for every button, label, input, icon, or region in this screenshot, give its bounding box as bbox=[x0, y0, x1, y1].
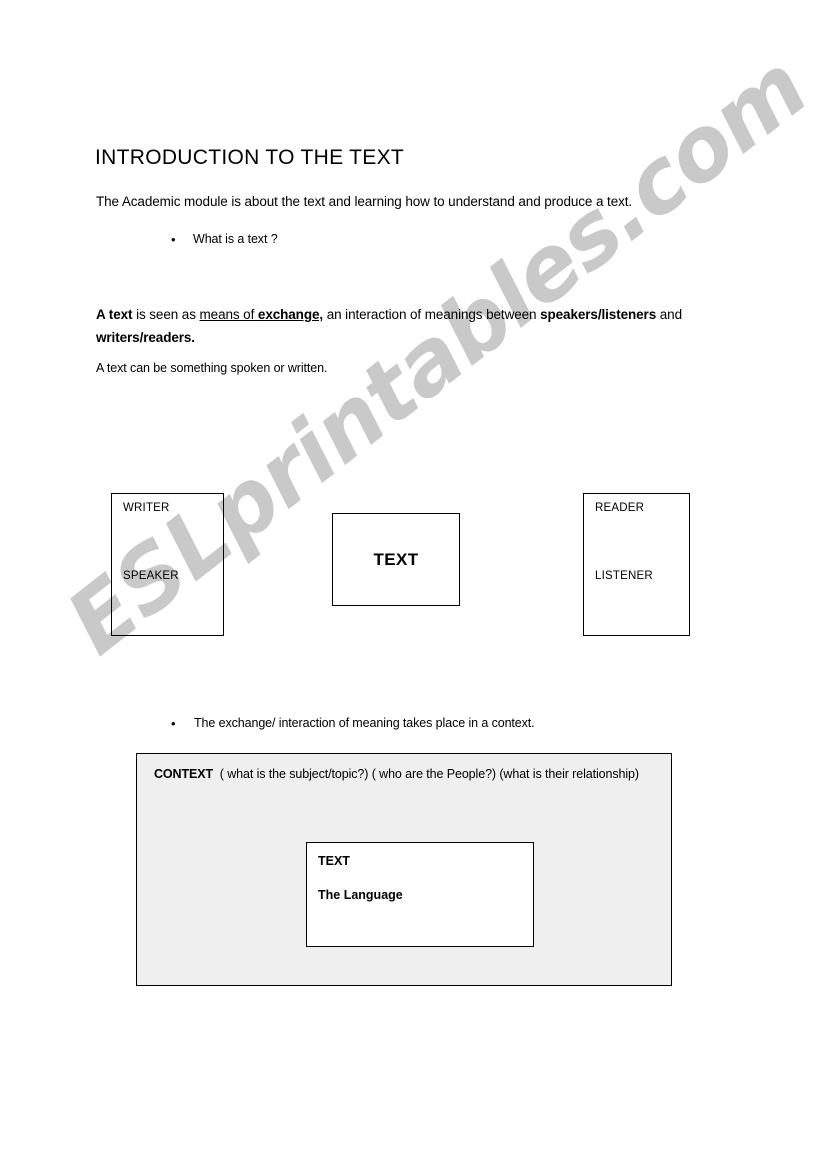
definition-paragraph: A text is seen as means of exchange, an … bbox=[96, 303, 716, 349]
context-heading-label: CONTEXT bbox=[154, 767, 214, 781]
definition-segment-2: an interaction of meanings between bbox=[323, 307, 541, 322]
list-item-label: What is a text ? bbox=[193, 232, 278, 246]
sender-box-line-2: SPEAKER bbox=[123, 570, 179, 582]
context-inner-text-box: TEXT The Language bbox=[306, 842, 534, 947]
receiver-box-line-1: READER bbox=[595, 502, 645, 514]
definition-segment-3: and bbox=[656, 307, 682, 322]
center-text-box: TEXT bbox=[332, 513, 460, 606]
definition-underlined-plain: means of bbox=[199, 307, 258, 322]
context-panel: CONTEXT ( what is the subject/topic?) ( … bbox=[136, 753, 672, 986]
note-paragraph: A text can be something spoken or writte… bbox=[96, 361, 328, 375]
document-page: ESLprintables.com INTRODUCTION TO THE TE… bbox=[0, 0, 821, 1169]
document-content: INTRODUCTION TO THE TEXT The Academic mo… bbox=[0, 0, 821, 1169]
center-text-box-label: TEXT bbox=[373, 549, 419, 569]
definition-lead: A text bbox=[96, 307, 133, 322]
context-inner-line-2: The Language bbox=[318, 888, 403, 902]
definition-segment-1: is seen as bbox=[132, 307, 200, 322]
definition-bold-writers: writers/readers. bbox=[96, 330, 195, 345]
context-questions: ( what is the subject/topic?) ( who are … bbox=[219, 767, 639, 781]
context-inner-line-1: TEXT bbox=[318, 854, 350, 868]
page-title: INTRODUCTION TO THE TEXT bbox=[95, 146, 405, 169]
definition-bold-speakers: speakers/listeners bbox=[540, 307, 657, 322]
list-item-label: The exchange/ interaction of meaning tak… bbox=[194, 716, 535, 730]
sender-box: WRITER SPEAKER bbox=[111, 493, 224, 636]
bullet-icon: • bbox=[171, 232, 176, 247]
bullet-icon: • bbox=[171, 716, 176, 731]
intro-paragraph: The Academic module is about the text an… bbox=[96, 194, 633, 209]
definition-underlined-bold: exchange, bbox=[257, 307, 324, 322]
receiver-box-line-2: LISTENER bbox=[595, 570, 653, 582]
sender-box-line-1: WRITER bbox=[123, 502, 170, 514]
receiver-box: READER LISTENER bbox=[583, 493, 690, 636]
context-heading: CONTEXT ( what is the subject/topic?) ( … bbox=[154, 764, 644, 785]
